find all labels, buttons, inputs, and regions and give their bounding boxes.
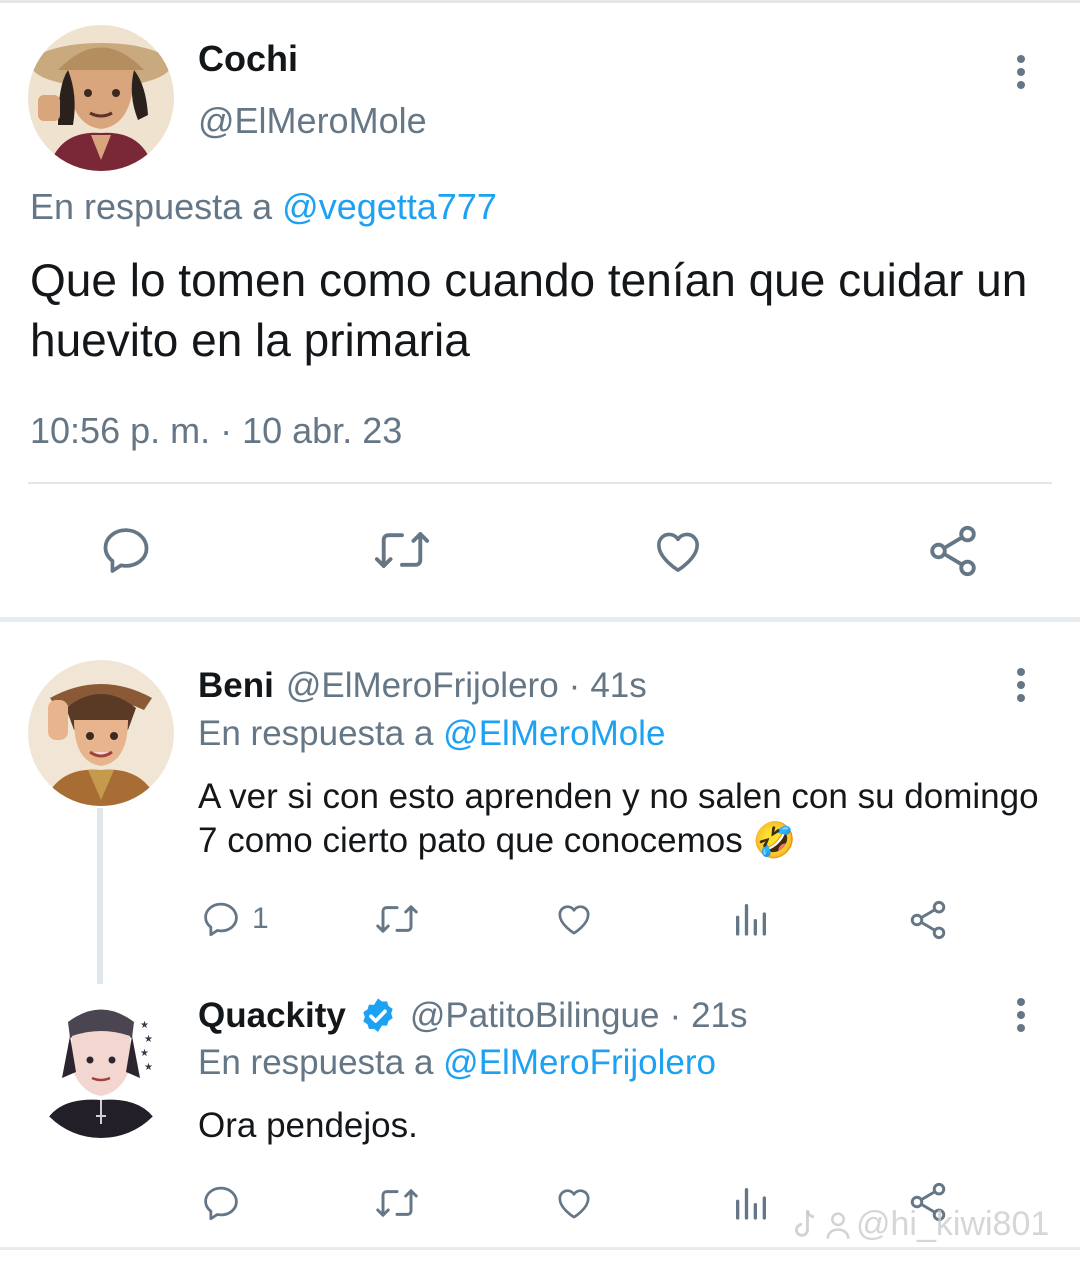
svg-text:★: ★ [144, 1034, 153, 1045]
avatar[interactable] [28, 25, 174, 171]
reply-count: 1 [252, 902, 269, 935]
retweet-icon [376, 1189, 418, 1217]
reply-to-line: En respuesta a @ElMeroMole [198, 714, 665, 754]
reply-to-prefix: En respuesta a [198, 1043, 434, 1082]
retweet-icon [376, 905, 418, 933]
reply-button[interactable] [98, 522, 154, 578]
reply-to-prefix: En respuesta a [30, 186, 273, 227]
watermark: @hi_kiwi801 [790, 1205, 1049, 1244]
reply-header: Quackity @PatitoBilingue · 21s [198, 996, 748, 1036]
like-button[interactable] [553, 1183, 595, 1223]
reply-button[interactable]: 1 [200, 898, 269, 940]
reply-text: Ora pendejos. [198, 1106, 418, 1145]
like-button[interactable] [650, 524, 706, 578]
svg-text:★: ★ [140, 1020, 149, 1031]
retweet-button[interactable] [372, 1182, 422, 1224]
analytics-icon [736, 1188, 766, 1220]
reply-text: A ver si con esto aprenden y no salen co… [198, 777, 1039, 860]
author-name[interactable]: Quackity [198, 996, 346, 1036]
share-icon [930, 525, 976, 577]
author-handle[interactable]: @ElMeroMole [198, 100, 427, 142]
reply-time[interactable]: 21s [691, 996, 747, 1036]
bottom-divider [0, 1247, 1080, 1250]
retweet-button[interactable] [372, 898, 422, 940]
more-options-icon[interactable] [1011, 55, 1031, 89]
divider [28, 482, 1052, 484]
analytics-button[interactable] [731, 898, 771, 940]
reply-to-line: En respuesta a @vegetta777 [30, 186, 497, 228]
retweet-icon [374, 532, 430, 568]
author-name[interactable]: Cochi [198, 38, 298, 80]
share-button[interactable] [924, 522, 982, 580]
retweet-button[interactable] [370, 522, 434, 578]
more-options-icon[interactable] [1011, 668, 1031, 702]
like-icon [558, 905, 590, 935]
reply-to-link[interactable]: @ElMeroFrijolero [443, 1043, 716, 1082]
reply-button[interactable] [200, 1182, 242, 1224]
user-icon [826, 1211, 850, 1239]
reply-icon [204, 902, 238, 937]
share-button[interactable] [906, 898, 950, 942]
author-name[interactable]: Beni [198, 666, 274, 706]
main-tweet: Cochi @ElMeroMole En respuesta a @vegett… [0, 0, 1080, 620]
section-divider [0, 617, 1080, 622]
separator: · [669, 996, 682, 1035]
reply-to-link[interactable]: @ElMeroMole [443, 714, 665, 753]
separator: · [568, 666, 581, 705]
avatar[interactable]: ★ ★ ★ ★ [28, 992, 174, 1138]
avatar[interactable] [28, 660, 174, 806]
verified-badge-icon [363, 998, 393, 1032]
tweet-timestamp[interactable]: 10:56 p. m. · 10 abr. 23 [30, 410, 402, 452]
tweet-text: Que lo tomen como cuando tenían que cuid… [30, 254, 1028, 366]
reply-header: Beni @ElMeroFrijolero · 41s [198, 666, 647, 706]
watermark-text: @hi_kiwi801 [856, 1205, 1050, 1243]
reply-to-link[interactable]: @vegetta777 [282, 186, 497, 227]
svg-text:★: ★ [144, 1062, 153, 1073]
reply-icon [204, 1186, 238, 1221]
author-handle[interactable]: @ElMeroFrijolero [286, 666, 559, 706]
author-handle[interactable]: @PatitoBilingue [410, 996, 660, 1036]
analytics-button[interactable] [731, 1182, 771, 1224]
tiktok-logo-icon [795, 1209, 815, 1237]
reply-time[interactable]: 41s [590, 666, 646, 706]
more-options-icon[interactable] [1011, 998, 1031, 1032]
analytics-icon [736, 904, 766, 936]
reply-icon [103, 528, 149, 573]
like-icon [558, 1189, 590, 1219]
like-button[interactable] [553, 899, 595, 939]
share-icon [910, 900, 946, 940]
like-icon [657, 532, 699, 572]
reply-to-prefix: En respuesta a [198, 714, 434, 753]
thread-line [97, 808, 103, 984]
svg-text:★: ★ [140, 1048, 149, 1059]
reply-to-line: En respuesta a @ElMeroFrijolero [198, 1043, 716, 1083]
